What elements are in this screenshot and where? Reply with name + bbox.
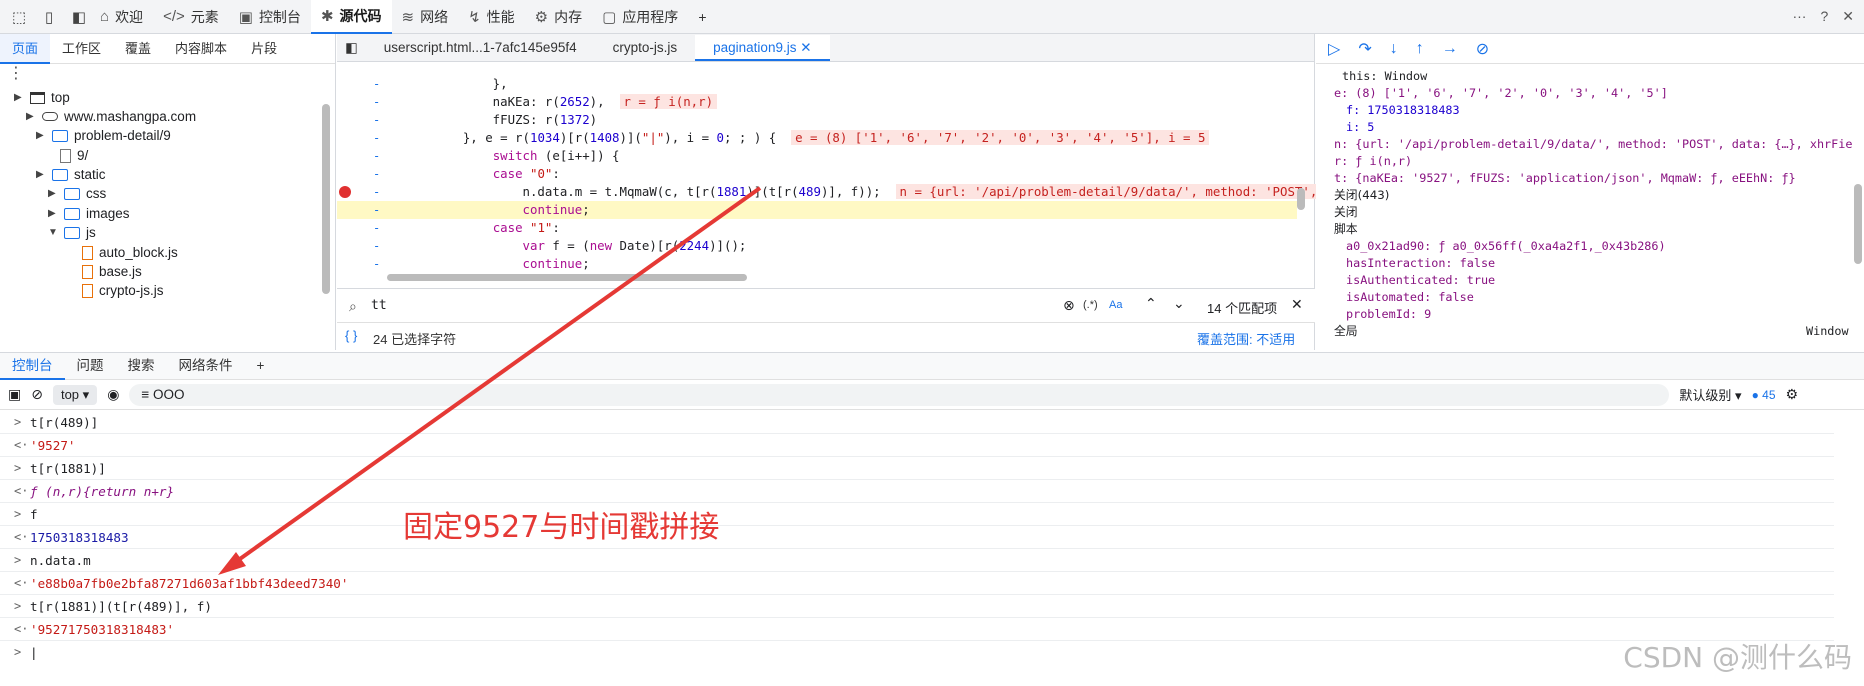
annotation-text: 固定9527与时间戳拼接 (403, 510, 720, 545)
devtools-window: ⬚ ▯ ◧ ⌂ 欢迎 </> 元素 ▣ 控制台 ✱ 源代码 ≋ 网络 ↯ 性能 ⚙ 内存 ▢ 应… (0, 0, 1864, 686)
watermark: CSDN @测什么码 (1623, 641, 1852, 674)
annotation-arrow (218, 186, 762, 575)
